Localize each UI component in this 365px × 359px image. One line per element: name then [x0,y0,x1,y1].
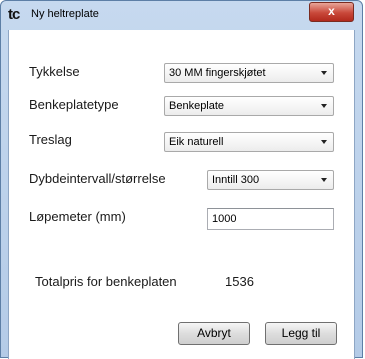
length-label: Løpemeter (mm) [29,209,126,224]
depth-value: Inntill 300 [212,174,260,186]
dialog-body: Tykkelse 30 MM fingerskjøtet Benkeplatet… [8,30,355,359]
window-title: Ny heltreplate [31,8,99,20]
wood-value: Eik naturell [169,136,224,148]
chevron-down-icon [321,104,327,108]
wood-select[interactable]: Eik naturell [164,132,334,152]
cancel-button[interactable]: Avbryt [178,322,250,345]
depth-select[interactable]: Inntill 300 [207,170,334,190]
chevron-down-icon [321,178,327,182]
type-select[interactable]: Benkeplate [164,96,334,116]
depth-label: Dybdeintervall/størrelse [29,171,166,186]
add-button[interactable]: Legg til [265,322,337,345]
chevron-down-icon [321,71,327,75]
wood-label: Treslag [29,132,72,147]
chevron-down-icon [321,140,327,144]
total-label: Totalpris for benkeplaten [35,274,177,289]
total-value: 1536 [225,274,254,289]
app-logo-icon: tc [8,6,20,23]
title-bar[interactable]: tc Ny heltreplate x [1,1,362,29]
dialog-window: tc Ny heltreplate x Tykkelse 30 MM finge… [0,0,363,359]
length-input[interactable]: 1000 [207,208,334,230]
length-value: 1000 [212,213,237,225]
thickness-label: Tykkelse [29,64,80,79]
thickness-select[interactable]: 30 MM fingerskjøtet [164,63,334,83]
close-button[interactable]: x [309,2,354,22]
type-label: Benkeplatetype [29,97,119,112]
type-value: Benkeplate [169,100,225,112]
thickness-value: 30 MM fingerskjøtet [169,67,266,79]
